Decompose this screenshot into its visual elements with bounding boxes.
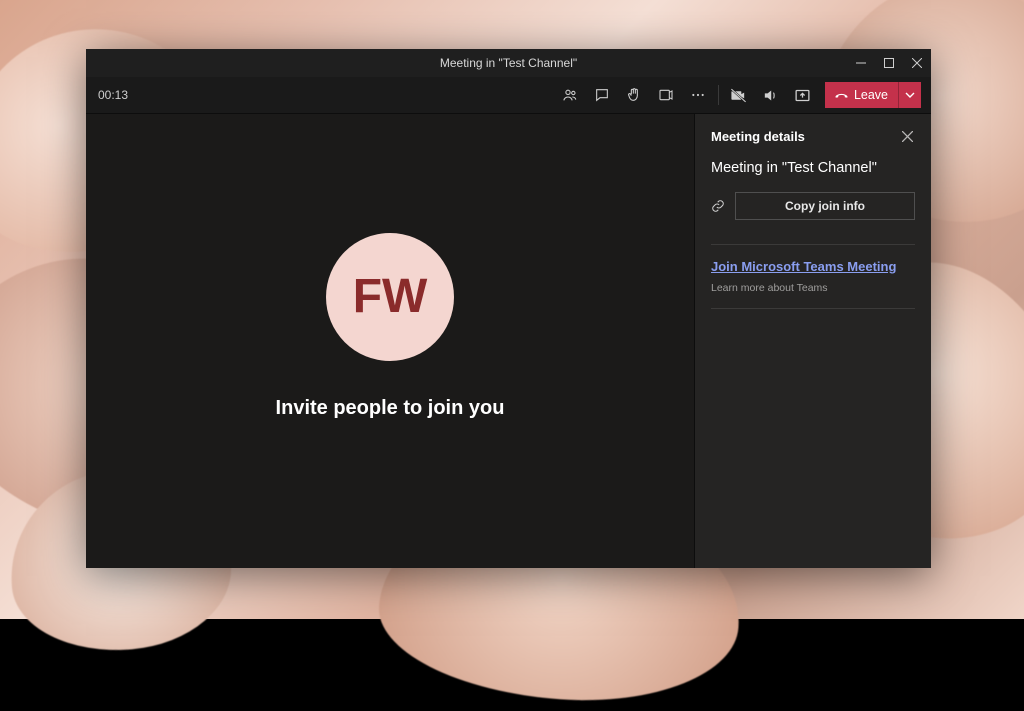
panel-divider (711, 308, 915, 309)
window-controls (847, 49, 931, 77)
more-actions-button[interactable] (682, 79, 714, 111)
toolbar-device-controls (723, 79, 819, 111)
hand-icon (626, 87, 642, 103)
mic-toggle-button[interactable] (755, 79, 787, 111)
leave-button[interactable]: Leave (825, 82, 898, 108)
more-icon (690, 87, 706, 103)
meeting-toolbar: 00:13 (86, 77, 931, 114)
meeting-details-panel: Meeting details Meeting in "Test Channel… (694, 114, 931, 568)
participant-avatar: FW (326, 233, 454, 361)
share-icon (794, 87, 811, 104)
maximize-icon (884, 58, 894, 68)
learn-more-link[interactable]: Learn more about Teams (711, 282, 915, 294)
link-icon (711, 199, 725, 213)
close-icon (902, 131, 913, 142)
panel-divider (711, 244, 915, 245)
meeting-name: Meeting in "Test Channel" (711, 160, 915, 176)
share-screen-button[interactable] (787, 79, 819, 111)
panel-close-button[interactable] (899, 128, 915, 144)
toolbar-divider (718, 85, 719, 105)
meeting-body: FW Invite people to join you Meeting det… (86, 114, 931, 568)
minimize-button[interactable] (847, 49, 875, 77)
copy-join-info-button[interactable]: Copy join info (735, 192, 915, 220)
meeting-window: Meeting in "Test Channel" 00:13 (86, 49, 931, 568)
camera-off-icon (730, 87, 747, 104)
close-button[interactable] (903, 49, 931, 77)
toolbar-actions (554, 79, 714, 111)
avatar-initials: FW (353, 269, 428, 324)
raise-hand-button[interactable] (618, 79, 650, 111)
hangup-icon (835, 89, 848, 102)
rooms-button[interactable] (650, 79, 682, 111)
speaker-icon (762, 87, 779, 104)
chat-button[interactable] (586, 79, 618, 111)
meeting-stage: FW Invite people to join you (86, 114, 694, 568)
minimize-icon (856, 58, 866, 68)
titlebar: Meeting in "Test Channel" (86, 49, 931, 77)
window-title: Meeting in "Test Channel" (440, 56, 577, 70)
rooms-icon (658, 87, 674, 103)
leave-options-button[interactable] (898, 82, 921, 108)
maximize-button[interactable] (875, 49, 903, 77)
invite-prompt: Invite people to join you (276, 397, 505, 420)
chat-icon (594, 87, 610, 103)
copy-button-label: Copy join info (785, 199, 865, 213)
participants-button[interactable] (554, 79, 586, 111)
chevron-down-icon (905, 90, 915, 100)
join-meeting-link[interactable]: Join Microsoft Teams Meeting (711, 259, 915, 274)
close-icon (912, 58, 922, 68)
camera-toggle-button[interactable] (723, 79, 755, 111)
leave-button-group: Leave (825, 82, 921, 108)
meeting-timer: 00:13 (96, 88, 128, 102)
leave-button-label: Leave (854, 88, 888, 102)
people-icon (562, 87, 578, 103)
panel-title: Meeting details (711, 129, 805, 144)
